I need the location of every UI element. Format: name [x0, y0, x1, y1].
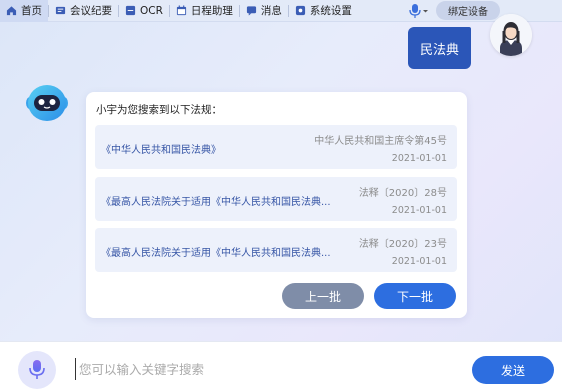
- message-icon: [246, 6, 256, 16]
- law-result-item[interactable]: 《最高人民法院关于适用《中华人民共和国民法典... 法释〔2020〕23号 20…: [95, 228, 457, 272]
- nav-ocr[interactable]: OCR: [119, 0, 169, 22]
- nav-calendar-label: 日程助理: [190, 5, 233, 17]
- nav-settings-label: 系统设置: [309, 5, 352, 17]
- bot-intro-text: 小宇为您搜索到以下法规：: [96, 104, 222, 116]
- voice-input-button[interactable]: [18, 351, 56, 389]
- law-title[interactable]: 《最高人民法院关于适用《中华人民共和国民法典...: [101, 193, 331, 208]
- search-result-card: 小宇为您搜索到以下法规： 《中华人民共和国民法典》 中华人民共和国主席令第45号…: [86, 92, 467, 318]
- nav-settings[interactable]: 系统设置: [289, 0, 358, 22]
- settings-icon: [295, 5, 305, 16]
- law-title[interactable]: 《最高人民法院关于适用《中华人民共和国民法典...: [101, 244, 331, 259]
- user-message-bubble: 民法典: [408, 27, 471, 69]
- bind-device-button[interactable]: 绑定设备: [436, 1, 500, 20]
- ocr-icon: [125, 5, 136, 16]
- nav-home-label: 首页: [21, 5, 42, 17]
- next-batch-button[interactable]: 下一批: [374, 283, 456, 309]
- microphone-icon: [29, 360, 45, 379]
- meeting-icon: [55, 6, 66, 15]
- law-result-item[interactable]: 《最高人民法院关于适用《中华人民共和国民法典... 法释〔2020〕28号 20…: [95, 177, 457, 221]
- search-input[interactable]: [75, 358, 455, 380]
- bot-avatar: [24, 83, 70, 123]
- voice-dropdown[interactable]: [407, 3, 429, 19]
- calendar-icon: [176, 5, 186, 16]
- law-document-number: 法释〔2020〕28号: [358, 188, 447, 199]
- nav-message[interactable]: 消息: [240, 0, 288, 22]
- law-document-number: 法释〔2020〕23号: [358, 239, 447, 250]
- home-icon: [6, 6, 17, 16]
- law-date: 2021-01-01: [391, 153, 447, 164]
- previous-batch-button[interactable]: 上一批: [282, 283, 364, 309]
- law-document-number: 中华人民共和国主席令第45号: [314, 136, 447, 147]
- chevron-down-icon: [423, 10, 428, 13]
- nav-message-label: 消息: [260, 5, 282, 17]
- nav-meeting-label: 会议纪要: [70, 5, 112, 17]
- user-avatar: [490, 14, 532, 56]
- microphone-icon: [409, 4, 428, 18]
- nav-meeting[interactable]: 会议纪要: [49, 0, 118, 22]
- law-title[interactable]: 《中华人民共和国民法典》: [101, 141, 221, 156]
- nav-ocr-label: OCR: [140, 4, 163, 17]
- law-date: 2021-01-01: [391, 256, 447, 267]
- law-date: 2021-01-01: [391, 205, 447, 216]
- send-button[interactable]: 发送: [472, 356, 554, 384]
- nav-calendar[interactable]: 日程助理: [170, 0, 239, 22]
- nav-home[interactable]: 首页: [0, 0, 48, 22]
- law-result-item[interactable]: 《中华人民共和国民法典》 中华人民共和国主席令第45号 2021-01-01: [95, 125, 457, 169]
